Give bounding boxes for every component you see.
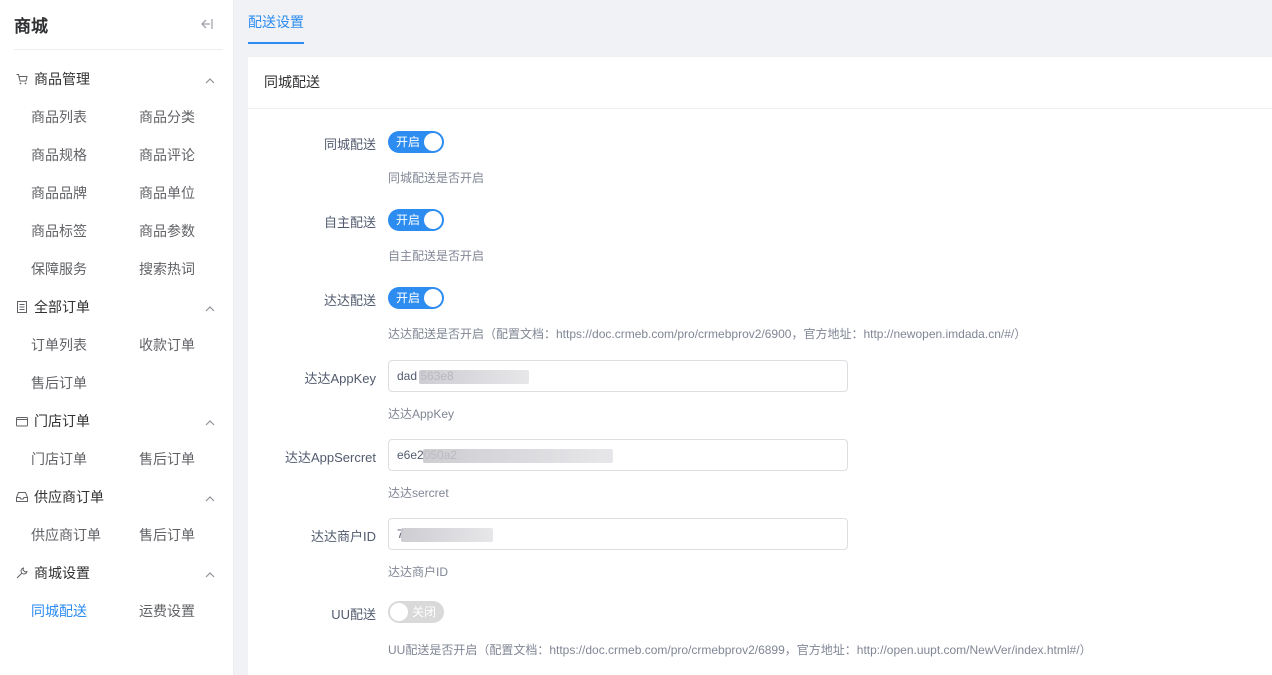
form-row-dada-merchant-id: 达达商户ID 7 达达商户ID <box>248 518 1272 579</box>
sidebar-group-supplier-orders: 供应商订单 供应商订单 售后订单 <box>0 478 233 554</box>
dada-delivery-switch[interactable]: 开启 <box>388 287 444 309</box>
sidebar-group-label: 商品管理 <box>34 71 90 87</box>
card-title: 同城配送 <box>248 57 1272 109</box>
form-row-uu-delivery: UU配送 关闭 UU配送是否开启（配置文档：https://doc.crmeb.… <box>248 601 1272 657</box>
field-hint: 同城配送是否开启 <box>388 171 485 185</box>
sidebar-group-store-orders: 门店订单 门店订单 售后订单 <box>0 402 233 478</box>
field-label: 达达商户ID <box>310 529 376 544</box>
form-row-dada-appkey: 达达AppKey dad 563e8 达达AppKey <box>248 360 1272 421</box>
sidebar-items: 供应商订单 售后订单 <box>0 516 233 554</box>
wrench-icon <box>16 567 28 579</box>
sidebar-item-product-brand[interactable]: 商品品牌 <box>31 174 139 212</box>
sidebar-item-product-review[interactable]: 商品评论 <box>139 136 239 174</box>
sidebar-item-product-list[interactable]: 商品列表 <box>31 98 139 136</box>
dada-merchant-id-input[interactable]: 7 <box>388 518 848 550</box>
chevron-up-icon <box>205 568 215 578</box>
inbox-icon <box>16 491 28 503</box>
store-icon <box>16 415 28 427</box>
sidebar-item-city-delivery[interactable]: 同城配送 <box>31 592 139 630</box>
sidebar-group-products: 商品管理 商品列表 商品分类 商品规格 商品评论 商品品牌 商品单位 商品标签 … <box>0 60 233 288</box>
sidebar-group-head[interactable]: 全部订单 <box>0 288 233 326</box>
sidebar-group-orders: 全部订单 订单列表 收款订单 售后订单 <box>0 288 233 402</box>
sidebar-items: 商品列表 商品分类 商品规格 商品评论 商品品牌 商品单位 商品标签 商品参数 … <box>0 98 233 288</box>
sidebar-group-label: 全部订单 <box>34 299 90 315</box>
switch-text: 开启 <box>396 291 421 305</box>
switch-knob <box>424 289 442 307</box>
field-hint: 达达商户ID <box>388 565 449 579</box>
cart-icon <box>16 73 28 85</box>
sidebar-item-shipping-settings[interactable]: 运费设置 <box>139 592 239 630</box>
sidebar-group-head[interactable]: 门店订单 <box>0 402 233 440</box>
field-label: UU配送 <box>331 607 376 622</box>
sidebar: 商城 商品管理 商品列表 商品分类 商品规格 商品评论 商品品牌 商品单位 商品… <box>0 0 234 675</box>
sidebar-item-payment-orders[interactable]: 收款订单 <box>139 326 239 364</box>
tab-delivery-settings[interactable]: 配送设置 <box>248 0 304 44</box>
sidebar-item-supplier-after-sales[interactable]: 售后订单 <box>139 516 239 554</box>
field-hint: 达达AppKey <box>388 407 455 421</box>
settings-card: 同城配送 同城配送 开启 同城配送是否开启 自主配送 开启 自主配送是否开启 达… <box>248 57 1272 675</box>
field-hint: 自主配送是否开启 <box>388 249 485 263</box>
sidebar-group-head[interactable]: 商品管理 <box>0 60 233 98</box>
form-row-dada-appsecret: 达达AppSercret e6e2050a2 达达sercret <box>248 439 1272 500</box>
field-label: 达达AppSercret <box>284 450 376 465</box>
sidebar-item-after-sales[interactable]: 售后订单 <box>31 364 139 402</box>
sidebar-item-order-list[interactable]: 订单列表 <box>31 326 139 364</box>
form-row-dada-delivery: 达达配送 开启 达达配送是否开启（配置文档：https://doc.crmeb.… <box>248 287 1272 341</box>
document-icon <box>16 301 28 313</box>
dada-appkey-input[interactable]: dad 563e8 <box>388 360 848 392</box>
redacted-mask <box>419 370 529 384</box>
switch-text: 开启 <box>396 213 421 227</box>
sidebar-item-product-category[interactable]: 商品分类 <box>139 98 239 136</box>
sidebar-item-product-param[interactable]: 商品参数 <box>139 212 239 250</box>
field-label: 达达配送 <box>323 293 376 308</box>
form-row-city-delivery: 同城配送 开启 同城配送是否开启 <box>248 131 1272 185</box>
chevron-up-icon <box>205 74 215 84</box>
switch-knob <box>424 211 442 229</box>
sidebar-items: 同城配送 运费设置 <box>0 592 233 630</box>
sidebar-group-label: 门店订单 <box>34 413 90 429</box>
sidebar-item-store-orders[interactable]: 门店订单 <box>31 440 139 478</box>
field-label: 同城配送 <box>323 137 376 152</box>
sidebar-items: 门店订单 售后订单 <box>0 440 233 478</box>
collapse-sidebar-icon[interactable] <box>199 17 215 33</box>
dada-appsecret-input[interactable]: e6e2050a2 <box>388 439 848 471</box>
uu-delivery-switch[interactable]: 关闭 <box>388 601 444 623</box>
chevron-up-icon <box>205 416 215 426</box>
field-hint: 达达配送是否开启（配置文档：https://doc.crmeb.com/pro/… <box>388 327 1027 341</box>
chevron-up-icon <box>205 302 215 312</box>
field-label: 达达AppKey <box>304 371 376 386</box>
redacted-mask <box>401 528 493 542</box>
sidebar-group-label: 供应商订单 <box>34 489 104 505</box>
chevron-up-icon <box>205 492 215 502</box>
switch-text: 开启 <box>396 135 421 149</box>
sidebar-group-head[interactable]: 供应商订单 <box>0 478 233 516</box>
switch-knob <box>424 133 442 151</box>
sidebar-item-product-unit[interactable]: 商品单位 <box>139 174 239 212</box>
switch-text: 关闭 <box>412 605 437 619</box>
field-label: 自主配送 <box>323 215 376 230</box>
sidebar-item-guarantee[interactable]: 保障服务 <box>31 250 139 288</box>
sidebar-group-label: 商城设置 <box>34 565 90 581</box>
sidebar-items: 订单列表 收款订单 售后订单 <box>0 326 233 402</box>
sidebar-item-store-after-sales[interactable]: 售后订单 <box>139 440 239 478</box>
redacted-mask <box>423 449 613 463</box>
sidebar-item-product-spec[interactable]: 商品规格 <box>31 136 139 174</box>
sidebar-item-supplier-orders[interactable]: 供应商订单 <box>31 516 139 554</box>
field-hint: 达达sercret <box>388 486 449 500</box>
field-hint: UU配送是否开启（配置文档：https://doc.crmeb.com/pro/… <box>388 643 1092 657</box>
form-row-self-delivery: 自主配送 开启 自主配送是否开启 <box>248 209 1272 263</box>
sidebar-item-product-tag[interactable]: 商品标签 <box>31 212 139 250</box>
city-delivery-switch[interactable]: 开启 <box>388 131 444 153</box>
self-delivery-switch[interactable]: 开启 <box>388 209 444 231</box>
sidebar-group-mall-settings: 商城设置 同城配送 运费设置 <box>0 554 233 630</box>
sidebar-item-hot-search[interactable]: 搜索热词 <box>139 250 239 288</box>
sidebar-header: 商城 <box>14 0 223 50</box>
sidebar-title: 商城 <box>14 17 48 36</box>
sidebar-group-head[interactable]: 商城设置 <box>0 554 233 592</box>
switch-knob <box>390 603 408 621</box>
tab-bar: 配送设置 <box>234 0 1272 57</box>
